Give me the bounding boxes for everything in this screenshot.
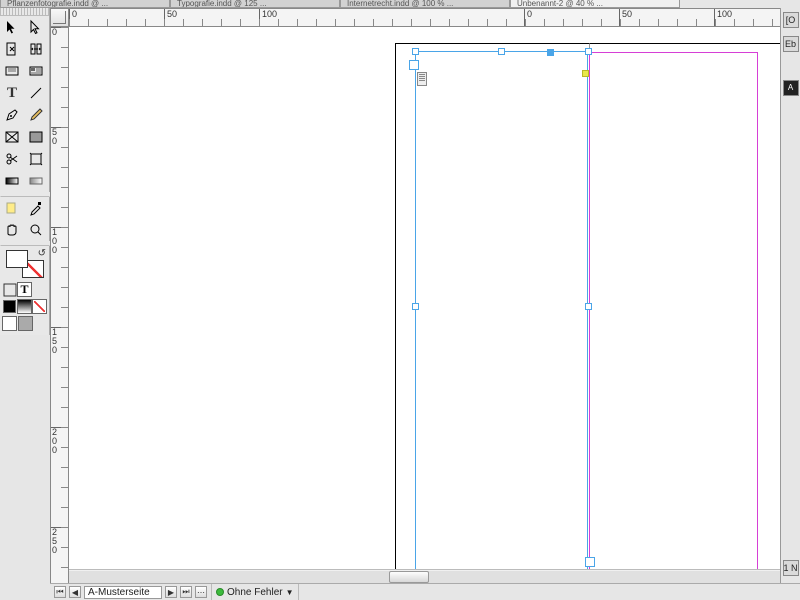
normal-view-icon[interactable] [2, 316, 17, 331]
doc-tab-0[interactable]: Pflanzenfotografie.indd @ ... [0, 0, 170, 8]
ruler-h-tick: 100 [714, 9, 732, 26]
free-transform-tool[interactable] [24, 148, 48, 170]
panel-icon-4[interactable]: 1 N [783, 560, 799, 576]
type-tool[interactable]: T [0, 82, 24, 104]
status-bar: ⏮ ◀ A-Musterseite ▶ ⏭ ⋯ Ohne Fehler ▼ [50, 583, 800, 600]
rectangle-frame-tool[interactable] [0, 126, 24, 148]
content-placer-tool[interactable] [24, 60, 48, 82]
ruler-v-tick: 150 [51, 327, 68, 355]
fill-stroke-swatch[interactable]: ↺ [6, 250, 44, 278]
preflight-status-icon [216, 588, 224, 596]
panel-icon-1[interactable]: Eb [783, 36, 799, 52]
tool-separator-2 [0, 241, 50, 246]
last-spread-button[interactable]: ⏭ [180, 586, 192, 598]
ruler-h-tick: 50 [164, 9, 177, 26]
ruler-h-tick: 0 [69, 9, 77, 26]
apply-color-icon[interactable] [3, 300, 16, 313]
selected-text-frame[interactable] [415, 51, 588, 575]
page-tool[interactable] [0, 38, 24, 60]
pen-tool[interactable] [0, 104, 24, 126]
ruler-v-tick: 50 [51, 127, 68, 146]
ruler-v-tick: 0 [51, 27, 68, 37]
horizontal-ruler[interactable]: 0 50 100 0 50 100 [69, 8, 780, 27]
content-collector-tool[interactable] [0, 60, 24, 82]
tool-panel: T ↺ T [0, 8, 50, 335]
gap-tool[interactable] [24, 38, 48, 60]
apply-none-icon[interactable] [32, 299, 47, 314]
ruler-v-tick: 250 [51, 527, 68, 555]
frame-handle-ml[interactable] [412, 303, 419, 310]
panel-icon-0[interactable]: [O [783, 12, 799, 28]
ruler-v-tick: 200 [51, 427, 68, 455]
ruler-v-tick: 100 [51, 227, 68, 255]
document-tabs: Pflanzenfotografie.indd @ ... Typografie… [0, 0, 800, 8]
frame-thread-indicator[interactable] [582, 70, 589, 77]
doc-tab-1[interactable]: Typografie.indd @ 125 ... [170, 0, 340, 8]
preflight-menu-icon[interactable]: ▼ [286, 588, 294, 597]
next-spread-button[interactable]: ▶ [165, 586, 177, 598]
text-frame-content-icon [417, 72, 427, 86]
scissors-tool[interactable] [0, 148, 24, 170]
line-tool[interactable] [24, 82, 48, 104]
page-field[interactable]: A-Musterseite [84, 586, 162, 599]
scroll-thumb[interactable] [389, 571, 429, 583]
prev-spread-button[interactable]: ◀ [69, 586, 81, 598]
formatting-container-icon[interactable] [2, 282, 17, 297]
gradient-feather-tool[interactable] [24, 170, 48, 192]
fill-swatch[interactable] [6, 250, 28, 268]
text-frame-in-port[interactable] [409, 60, 419, 70]
ruler-h-tick: 100 [259, 9, 277, 26]
panel-icon-2[interactable]: A [783, 80, 799, 96]
zoom-tool[interactable] [24, 219, 48, 241]
preview-view-icon[interactable] [18, 316, 33, 331]
rectangle-tool[interactable] [24, 126, 48, 148]
scroll-track[interactable] [69, 571, 780, 583]
frame-handle-tc[interactable] [498, 48, 505, 55]
document-canvas[interactable] [69, 27, 780, 583]
frame-handle-tr[interactable] [585, 48, 592, 55]
ruler-origin[interactable] [50, 8, 69, 27]
preflight-status-text: Ohne Fehler [227, 587, 283, 598]
gradient-swatch-tool[interactable] [0, 170, 24, 192]
pencil-tool[interactable] [24, 104, 48, 126]
first-spread-button[interactable]: ⏮ [54, 586, 66, 598]
doc-tab-2[interactable]: Internetrecht.indd @ 100 % ... [340, 0, 510, 8]
frame-handle-tl[interactable] [412, 48, 419, 55]
collapsed-panels-dock[interactable]: [O Eb A 1 N A- [780, 8, 800, 600]
hand-tool[interactable] [0, 219, 24, 241]
doc-tab-3[interactable]: Unbenannt-2 @ 40 % ... [510, 0, 680, 8]
eyedropper-tool[interactable] [24, 197, 48, 219]
direct-selection-tool[interactable] [24, 16, 48, 38]
open-panel-button[interactable]: ⋯ [195, 586, 207, 598]
vertical-ruler[interactable]: 0 50 100 150 200 250 [50, 27, 69, 583]
panel-grip[interactable] [0, 8, 49, 16]
right-page-margin-guide [589, 52, 758, 570]
selection-tool[interactable] [0, 16, 24, 38]
horizontal-scrollbar[interactable] [69, 569, 780, 583]
frame-handle-tr-ref[interactable] [547, 49, 554, 56]
frame-handle-mr[interactable] [585, 303, 592, 310]
note-tool[interactable] [0, 197, 24, 219]
text-frame-out-port[interactable] [585, 557, 595, 567]
apply-gradient-icon[interactable] [17, 299, 32, 314]
formatting-text-icon[interactable]: T [17, 282, 32, 297]
swap-fill-stroke-icon[interactable]: ↺ [38, 248, 46, 259]
